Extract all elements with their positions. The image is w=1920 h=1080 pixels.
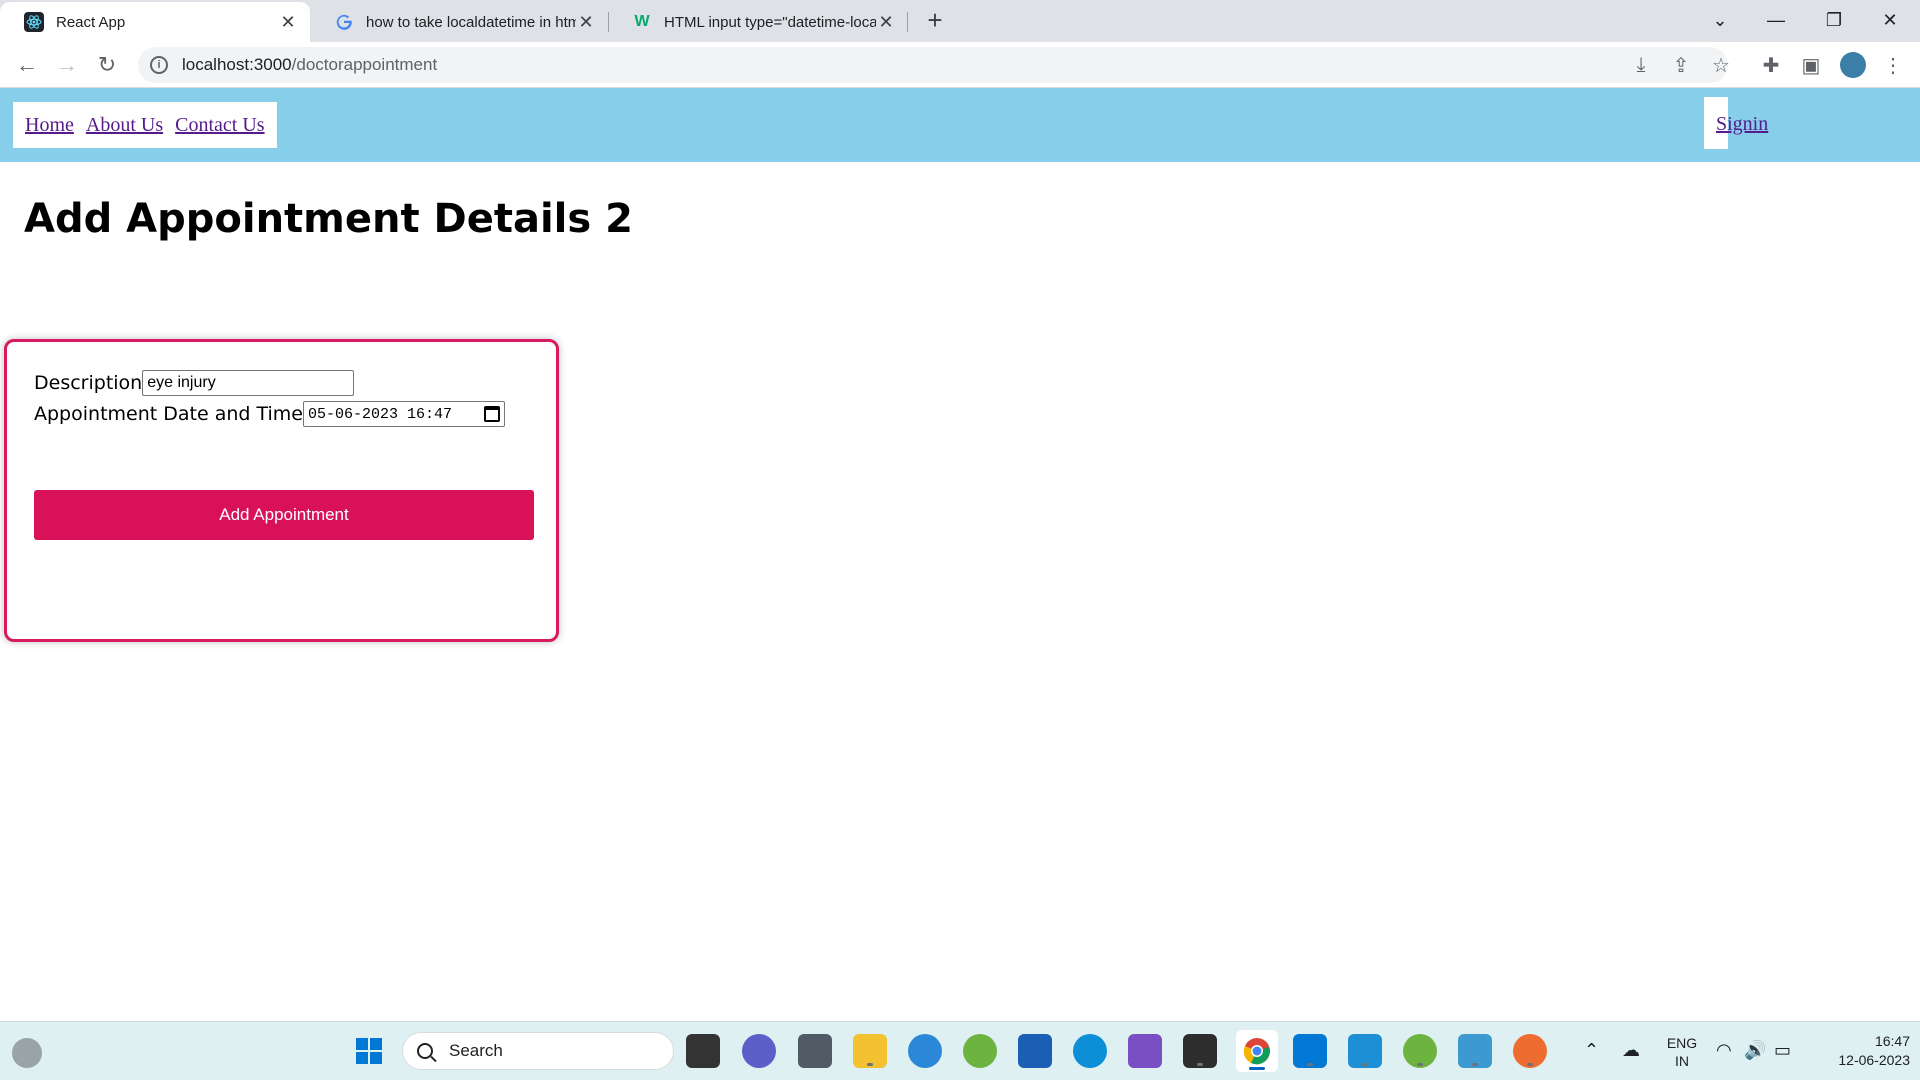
site-navbar: Home About Us Contact Us Signin [0, 88, 1920, 162]
close-tab-icon[interactable]: ✕ [278, 12, 298, 32]
tab-w3schools[interactable]: W HTML input type="datetime-loca ✕ [608, 2, 908, 42]
show-hidden-icons-chevron[interactable]: ⌃ [1584, 1040, 1599, 1061]
running-indicator [1527, 1063, 1533, 1066]
more-menu-icon[interactable]: ⋮ [1880, 52, 1906, 78]
task-view-icon[interactable] [686, 1034, 720, 1068]
new-tab-button[interactable]: + [922, 7, 948, 34]
chrome-icon[interactable] [1236, 1030, 1278, 1072]
taskbar-search[interactable]: Search [402, 1032, 674, 1070]
vscode-icon[interactable] [1293, 1034, 1327, 1068]
spring-tool-suite-icon[interactable] [963, 1034, 997, 1068]
datetime-value: 05-06-2023 16:47 [307, 405, 453, 423]
volume-icon[interactable]: 🔊 [1744, 1040, 1766, 1061]
onedrive-cloud-icon[interactable]: ☁ [1622, 1040, 1640, 1061]
tab-title: React App [56, 13, 126, 31]
taskbar-search-placeholder: Search [449, 1041, 503, 1060]
minimize-icon[interactable]: — [1752, 4, 1800, 36]
search-icon [417, 1043, 433, 1059]
tab-title: HTML input type="datetime-loca [664, 13, 876, 31]
terminal-icon[interactable] [1183, 1034, 1217, 1068]
page-title: Add Appointment Details 2 [24, 196, 633, 242]
url-text: localhost:3000/doctorappointment [182, 55, 437, 75]
close-tab-icon[interactable]: ✕ [876, 12, 896, 32]
spring-boot-icon[interactable] [1403, 1034, 1437, 1068]
clock-date: 12-06-2023 [1838, 1052, 1910, 1068]
extensions-puzzle-icon[interactable]: ✚ [1758, 52, 1784, 78]
vm-app-icon[interactable] [1458, 1034, 1492, 1068]
signin-area: Signin [1704, 97, 1794, 149]
google-icon [334, 12, 354, 32]
system-clock[interactable]: 16:47 12-06-2023 [1810, 1032, 1910, 1070]
url-path: /doctorappointment [291, 55, 438, 74]
postman-icon[interactable] [1513, 1034, 1547, 1068]
install-app-icon[interactable]: ⤓ [1628, 52, 1654, 78]
running-indicator [1197, 1063, 1203, 1066]
react-icon [24, 12, 44, 32]
running-indicator [1472, 1063, 1478, 1066]
page-content: Home About Us Contact Us Signin Add Appo… [0, 88, 1920, 1021]
file-explorer-icon[interactable] [853, 1034, 887, 1068]
add-appointment-button[interactable]: Add Appointment [34, 490, 534, 540]
description-label: Description [34, 372, 143, 394]
site-info-icon[interactable]: i [150, 56, 168, 74]
active-indicator [1249, 1067, 1265, 1070]
running-indicator [1362, 1063, 1368, 1066]
url-host: localhost:3000 [182, 55, 292, 74]
close-tab-icon[interactable]: ✕ [576, 12, 596, 32]
running-indicator [1417, 1063, 1423, 1066]
windows-taskbar: Search ⌃ ☁ ENG IN ◠ 🔊 ▭ 16:47 12-06-2023 [0, 1021, 1920, 1080]
tab-react-app[interactable]: React App ✕ [0, 2, 310, 42]
forward-arrow-icon[interactable]: → [52, 50, 82, 80]
language-indicator[interactable]: ENG IN [1664, 1034, 1700, 1070]
side-panel-icon[interactable]: ▣ [1798, 52, 1824, 78]
close-window-icon[interactable]: ✕ [1866, 4, 1914, 36]
tab-search-chevron-icon[interactable]: ⌄ [1696, 4, 1744, 36]
clock-time: 16:47 [1874, 1033, 1910, 1049]
calendar-icon[interactable] [483, 406, 500, 422]
browser-tab-strip: React App ✕ how to take localdatetime in… [0, 0, 1920, 42]
description-input[interactable] [142, 370, 355, 396]
tab-google-search[interactable]: how to take localdatetime in htm ✕ [310, 2, 608, 42]
share-icon[interactable]: ⇪ [1668, 52, 1694, 78]
visual-studio-icon[interactable] [1128, 1034, 1162, 1068]
bookmark-star-icon[interactable]: ☆ [1708, 52, 1734, 78]
teams-chat-icon[interactable] [742, 1034, 776, 1068]
restore-icon[interactable]: ❐ [1810, 4, 1858, 36]
running-indicator [1307, 1063, 1313, 1066]
signin-link[interactable]: Signin [1716, 113, 1768, 136]
eclipse-icon[interactable] [908, 1034, 942, 1068]
battery-icon[interactable]: ▭ [1774, 1040, 1791, 1061]
start-menu-icon[interactable] [352, 1034, 386, 1068]
datetime-label: Appointment Date and Time [34, 403, 303, 425]
language-code: ENG [1666, 1035, 1698, 1051]
appointment-form-card: Description Appointment Date and Time 05… [4, 339, 559, 642]
reload-icon[interactable]: ↻ [92, 50, 122, 80]
wifi-icon[interactable]: ◠ [1716, 1040, 1732, 1061]
tab-separator [907, 12, 908, 32]
w3schools-icon: W [634, 13, 650, 30]
edge-icon[interactable] [1073, 1034, 1107, 1068]
address-bar[interactable]: i localhost:3000/doctorappointment [138, 47, 1728, 83]
nav-links: Home About Us Contact Us [13, 102, 277, 148]
nav-link-home[interactable]: Home [25, 114, 74, 137]
profile-avatar[interactable] [1840, 52, 1866, 78]
description-row: Description [34, 370, 355, 396]
nav-link-about-us[interactable]: About Us [86, 114, 163, 137]
nav-link-contact-us[interactable]: Contact Us [175, 114, 264, 137]
region-code: IN [1675, 1053, 1689, 1069]
datetime-input[interactable]: 05-06-2023 16:47 [302, 401, 505, 427]
datetime-row: Appointment Date and Time 05-06-2023 16:… [34, 401, 505, 427]
weather-widget-icon[interactable] [12, 1038, 42, 1068]
notepad-icon[interactable] [1348, 1034, 1382, 1068]
camera-icon[interactable] [798, 1034, 832, 1068]
tab-title: how to take localdatetime in htm [366, 13, 576, 31]
microsoft-store-icon[interactable] [1018, 1034, 1052, 1068]
running-indicator [867, 1063, 873, 1066]
back-arrow-icon[interactable]: ← [12, 50, 42, 80]
browser-toolbar: ← → ↻ i localhost:3000/doctorappointment… [0, 42, 1920, 88]
